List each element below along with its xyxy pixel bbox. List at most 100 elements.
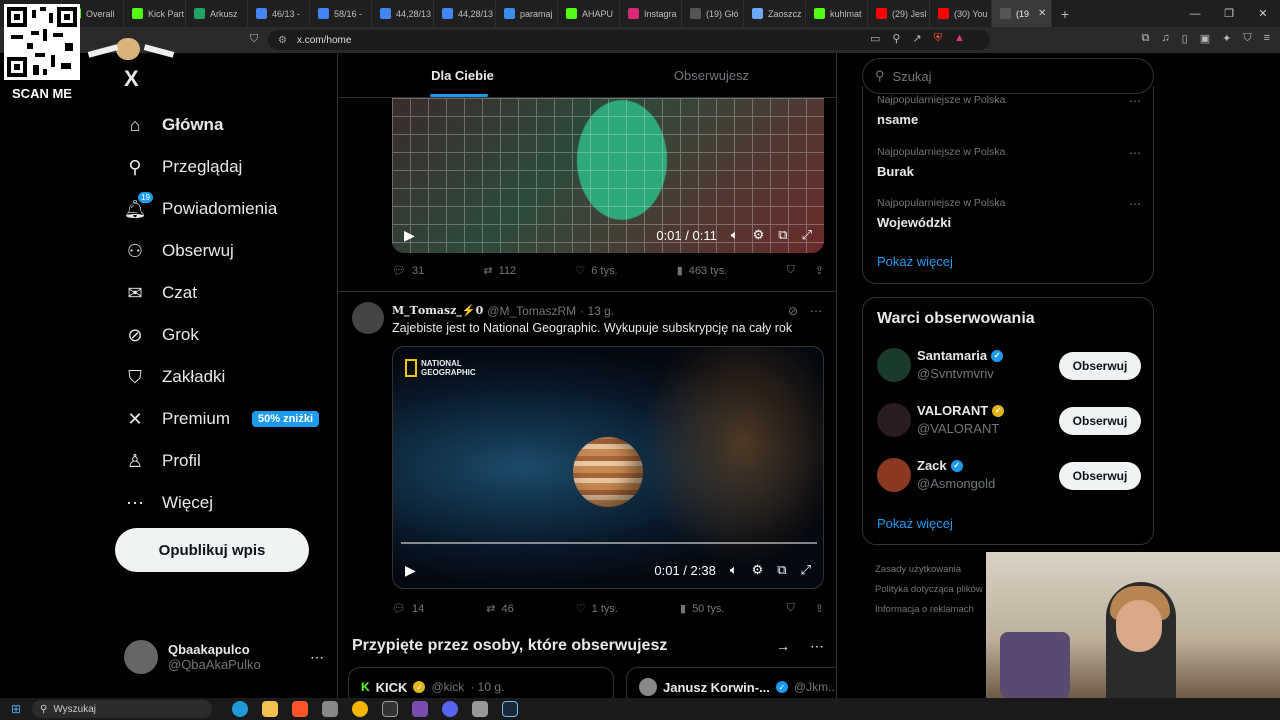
- follow-button[interactable]: Obserwuj: [1059, 407, 1141, 435]
- avatar[interactable]: [877, 403, 911, 437]
- pip-icon[interactable]: ⧉: [778, 227, 787, 243]
- like-button[interactable]: ♡ 6 tys.: [575, 264, 617, 278]
- site-info-icon[interactable]: ⚙: [278, 35, 287, 46]
- browser-tab[interactable]: AHAPU: [558, 0, 620, 27]
- nav-item-główna[interactable]: ⌂ Główna: [114, 104, 334, 146]
- trend-item[interactable]: Najpopularniejsze w Polska Burak ⋯: [877, 146, 1141, 179]
- browser-tab[interactable]: 58/16 -: [310, 0, 372, 27]
- more-icon[interactable]: ⋯: [810, 638, 824, 655]
- follow-button[interactable]: Obserwuj: [1059, 462, 1141, 490]
- nav-item-profil[interactable]: ♙ Profil: [114, 440, 334, 482]
- leo-icon[interactable]: ✦: [1222, 32, 1231, 45]
- video-progress-bar[interactable]: [401, 542, 817, 544]
- avatar[interactable]: [877, 458, 911, 492]
- video-player[interactable]: NATIONAL GEOGRAPHIC ▶ 0:01 / 2:38 🔈︎ ⚙ ⧉ …: [392, 346, 824, 589]
- show-more-link[interactable]: Pokaż więcej: [877, 516, 953, 531]
- author-handle[interactable]: @M_TomaszRM: [487, 304, 576, 318]
- nav-item-obserwuj[interactable]: ⚇ Obserwuj: [114, 230, 334, 272]
- arrow-right-icon[interactable]: →: [776, 638, 790, 655]
- play-icon[interactable]: ▶: [404, 227, 415, 244]
- app-icon[interactable]: [412, 701, 428, 717]
- share-icon[interactable]: ⇪: [815, 602, 824, 615]
- volume-icon[interactable]: 🔈︎: [731, 227, 739, 243]
- footer-link[interactable]: Zasady użytkowania: [875, 560, 983, 580]
- nav-item-grok[interactable]: ⊘ Grok: [114, 314, 334, 356]
- media-icon[interactable]: ♫: [1161, 32, 1169, 45]
- brave-icon[interactable]: [292, 701, 308, 717]
- browser-tab[interactable]: 44,28/13: [372, 0, 434, 27]
- nav-item-zakładki[interactable]: ⛉ Zakładki: [114, 356, 334, 398]
- new-tab-button[interactable]: +: [1052, 6, 1078, 22]
- browser-tab[interactable]: kuhlmat: [806, 0, 868, 27]
- edge-icon[interactable]: [232, 701, 248, 717]
- author-name[interactable]: 𝐌_𝐓𝐨𝐦𝐚𝐬𝐳_⚡️0: [392, 304, 483, 318]
- minimize-icon[interactable]: —: [1178, 8, 1212, 20]
- browser-tab[interactable]: (19) Głó: [682, 0, 744, 27]
- settings-icon[interactable]: ⚙: [753, 227, 765, 243]
- footer-link[interactable]: Informacja o reklamach: [875, 600, 983, 620]
- extensions-icon[interactable]: ⧉: [1142, 32, 1150, 45]
- suggested-account[interactable]: Santamaria ✓ @Svntvmvriv Obserwuj: [877, 348, 1141, 384]
- app-icon[interactable]: [322, 701, 338, 717]
- more-icon[interactable]: ⋯: [810, 304, 822, 318]
- x-logo[interactable]: X: [124, 66, 139, 92]
- play-icon[interactable]: ▶: [405, 562, 416, 579]
- avatar[interactable]: [352, 302, 384, 334]
- explorer-icon[interactable]: [262, 701, 278, 717]
- more-icon[interactable]: ⋯: [1129, 94, 1141, 108]
- fullscreen-icon[interactable]: ⤢: [801, 562, 811, 578]
- video-player[interactable]: ▶ 0:01 / 0:11 🔈︎ ⚙ ⧉ ⤢: [392, 98, 824, 253]
- tab-for-you[interactable]: Dla Ciebie: [338, 53, 587, 97]
- bookmark-button[interactable]: ⛉ ⇪: [787, 602, 824, 615]
- steam-icon[interactable]: [502, 701, 518, 717]
- browser-tab[interactable]: Instagra: [620, 0, 682, 27]
- browser-tab[interactable]: Arkusz: [186, 0, 248, 27]
- windows-start-icon[interactable]: ⊞: [0, 702, 32, 716]
- post-button[interactable]: Opublikuj wpis: [115, 528, 309, 572]
- tweet[interactable]: 𝐌_𝐓𝐨𝐦𝐚𝐬𝐳_⚡️0 @M_TomaszRM · 13 g. ⊘ ⋯ Zaje…: [338, 291, 836, 621]
- account-switcher[interactable]: Qbaakapulco @QbaAkaPulko ⋯: [124, 638, 324, 676]
- vpn-icon[interactable]: ⛉: [1243, 32, 1251, 45]
- bookmark-button[interactable]: ⛉ ⇪: [787, 264, 824, 277]
- trend-item[interactable]: Najpopularniejsze w Polska nsame ⋯: [877, 94, 1141, 127]
- trend-item[interactable]: Najpopularniejsze w Polska Wojewódzki ⋯: [877, 197, 1141, 230]
- share-icon[interactable]: ⇪: [815, 264, 824, 277]
- suggested-account[interactable]: VALORANT ✓ @VALORANT Obserwuj: [877, 403, 1141, 439]
- browser-tab[interactable]: (29) Jesl: [868, 0, 930, 27]
- nav-item-czat[interactable]: ✉ Czat: [114, 272, 334, 314]
- share-icon[interactable]: ↗: [912, 32, 921, 45]
- chrome-icon[interactable]: [352, 701, 368, 717]
- browser-tab[interactable]: Kick Part: [124, 0, 186, 27]
- reply-button[interactable]: 💬︎ 14: [392, 602, 424, 616]
- tab-following[interactable]: Obserwujesz: [587, 53, 836, 97]
- repost-button[interactable]: ⇄ 46: [486, 602, 513, 616]
- app-icon[interactable]: [382, 701, 398, 717]
- bookmark-page-icon[interactable]: ⛉: [250, 33, 258, 46]
- grok-icon[interactable]: ⊘: [788, 304, 798, 318]
- follow-button[interactable]: Obserwuj: [1059, 352, 1141, 380]
- like-button[interactable]: ♡ 1 tys.: [576, 602, 618, 616]
- close-window-icon[interactable]: ✕: [1246, 7, 1280, 20]
- cast-icon[interactable]: ▭: [870, 32, 880, 45]
- discord-icon[interactable]: [442, 701, 458, 717]
- browser-tab[interactable]: Zaoszcz: [744, 0, 806, 27]
- more-icon[interactable]: ⋯: [1129, 146, 1141, 160]
- show-more-link[interactable]: Pokaż więcej: [877, 254, 953, 269]
- zoom-icon[interactable]: ⚲: [892, 32, 900, 45]
- views-button[interactable]: ▮ 50 tys.: [680, 602, 724, 616]
- browser-tab[interactable]: (19 ✕: [992, 0, 1052, 27]
- nav-item-przeglądaj[interactable]: ⚲ Przeglądaj: [114, 146, 334, 188]
- repost-button[interactable]: ⇄ 112: [483, 264, 516, 278]
- browser-tab[interactable]: 46/13 -: [248, 0, 310, 27]
- more-icon[interactable]: ⋯: [1129, 197, 1141, 211]
- reply-button[interactable]: 💬︎ 31: [392, 264, 424, 278]
- footer-link[interactable]: Polityka dotycząca plików: [875, 580, 983, 600]
- app-icon[interactable]: [472, 701, 488, 717]
- nav-item-powiadomienia[interactable]: 🔔︎ 19 Powiadomienia: [114, 188, 334, 230]
- restore-icon[interactable]: ❐: [1212, 7, 1246, 20]
- menu-icon[interactable]: ≡: [1264, 32, 1270, 45]
- avatar[interactable]: [877, 348, 911, 382]
- views-button[interactable]: ▮ 463 tys.: [677, 264, 728, 278]
- close-tab-icon[interactable]: ✕: [1038, 8, 1046, 19]
- suggested-account[interactable]: Zack ✓ @Asmongold Obserwuj: [877, 458, 1141, 494]
